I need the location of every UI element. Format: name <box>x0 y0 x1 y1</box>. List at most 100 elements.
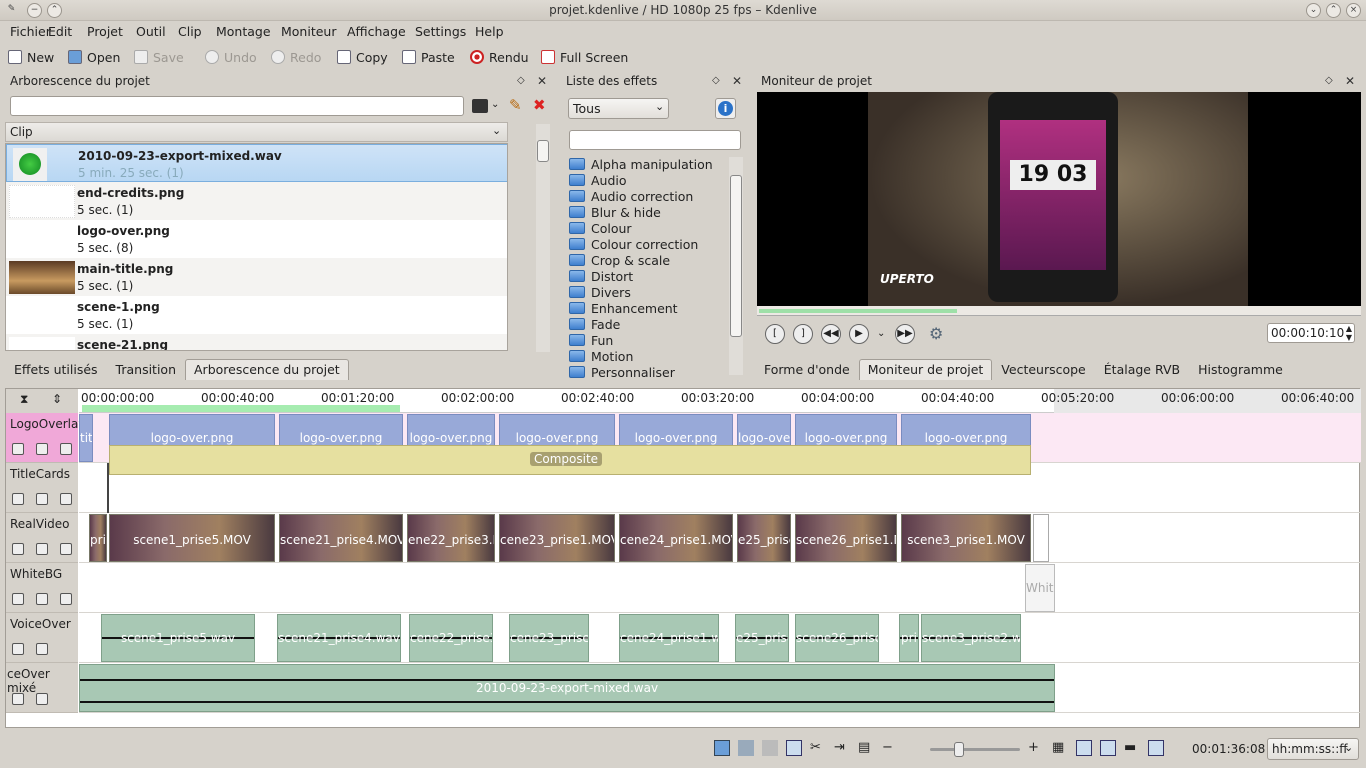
collapse-tracks-icon[interactable]: ⧗ <box>20 392 28 407</box>
timeline-clip[interactable]: edi <box>1033 514 1049 562</box>
lock-icon[interactable] <box>12 643 24 655</box>
copy-button[interactable]: Copy <box>337 47 388 67</box>
timeline-clip[interactable]: scene21_prise4.wav <box>277 614 401 662</box>
delete-clip-icon[interactable]: ✖ <box>533 96 546 114</box>
scroll-thumb[interactable] <box>730 175 742 337</box>
timeline-clip[interactable]: scene21_prise4.MOV <box>279 514 403 562</box>
panel-close-icon[interactable]: ✕ <box>537 74 547 88</box>
scroll-thumb[interactable] <box>537 140 549 162</box>
menu-projet[interactable]: Projet <box>87 24 123 39</box>
menu-help[interactable]: Help <box>475 24 504 39</box>
video-monitor[interactable]: 19 03 UPERTO <box>757 92 1361 306</box>
clip-item[interactable]: scene-1.png 5 sec. (1) <box>6 296 507 334</box>
effect-category[interactable]: Audio <box>569 172 627 188</box>
monitor-settings-icon[interactable]: ⚙ <box>929 324 955 344</box>
forward-icon[interactable]: ▶▶ <box>895 324 915 344</box>
video-thumbnails-icon[interactable] <box>714 740 730 756</box>
panel-float-icon[interactable]: ◇ <box>517 75 525 86</box>
undo-button[interactable]: Undo <box>205 47 257 67</box>
zoom-slider-handle[interactable] <box>954 742 964 757</box>
selection-tool-icon[interactable] <box>786 740 802 756</box>
menu-affichage[interactable]: Affichage <box>347 24 406 39</box>
effect-category[interactable]: Motion <box>569 348 633 364</box>
timeline-clip[interactable]: cene22_prise3.wav <box>409 614 493 662</box>
menu-edit[interactable]: Edit <box>48 24 72 39</box>
tab-effets-utilises[interactable]: Effets utilisés <box>5 359 107 380</box>
close-button[interactable]: × <box>1346 3 1361 18</box>
expand-tracks-icon[interactable]: ⇕ <box>52 392 62 406</box>
lock-icon[interactable] <box>12 493 24 505</box>
project-scrollbar[interactable] <box>536 124 550 352</box>
spacer-tool-icon[interactable]: ⇥ <box>834 740 850 756</box>
rewind-icon[interactable]: ◀◀ <box>821 324 841 344</box>
track-header-voiceover-mixed[interactable]: ceOver mixé <box>6 663 78 713</box>
menu-moniteur[interactable]: Moniteur <box>281 24 336 39</box>
clip-item[interactable]: end-credits.png 5 sec. (1) <box>6 182 507 220</box>
effect-category[interactable]: Colour <box>569 220 632 236</box>
film-icon[interactable] <box>60 543 72 555</box>
tab-arborescence[interactable]: Arborescence du projet <box>185 359 349 380</box>
timeline-clip[interactable]: cene23_prise1.MOV <box>499 514 615 562</box>
track-header-titlecards[interactable]: TitleCards <box>6 463 78 513</box>
film-icon[interactable] <box>60 443 72 455</box>
menu-settings[interactable]: Settings <box>415 24 466 39</box>
film-icon[interactable] <box>60 493 72 505</box>
timeline-clip[interactable]: cene23_prise1.w <box>509 614 589 662</box>
effect-category[interactable]: Personnaliser <box>569 364 675 379</box>
fullscreen-button[interactable]: Full Screen <box>541 47 628 67</box>
effect-filter-select[interactable]: Tous ⌄ <box>568 98 669 119</box>
track-header-logooverlay[interactable]: LogoOverlay <box>6 413 85 463</box>
effect-category[interactable]: Enhancement <box>569 300 678 316</box>
playhead[interactable] <box>107 463 109 513</box>
effect-category[interactable]: Blur & hide <box>569 204 661 220</box>
timeline-clip[interactable]: cene24_prise1.MOV <box>619 514 733 562</box>
split-audio-icon[interactable]: ▦ <box>1052 740 1068 756</box>
add-clip-icon[interactable] <box>472 99 488 113</box>
set-zone-start-icon[interactable]: [ <box>765 324 785 344</box>
mute-audio-icon[interactable] <box>36 643 48 655</box>
lock-icon[interactable] <box>12 443 24 455</box>
timeline-clip[interactable]: scene1_prise5.MOV <box>109 514 275 562</box>
timeline-clip[interactable]: cene24_prise1.wa <box>619 614 719 662</box>
razor-tool-icon[interactable]: ✂ <box>810 740 826 756</box>
spin-arrows-icon[interactable]: ▲ ▼ <box>1346 324 1352 342</box>
redo-button[interactable]: Redo <box>271 47 321 67</box>
play-icon[interactable]: ▶ <box>849 324 869 344</box>
tab-moniteur-projet[interactable]: Moniteur de projet <box>858 359 993 380</box>
timeline-clip[interactable]: e25_prise <box>735 614 789 662</box>
mute-video-icon[interactable] <box>36 493 48 505</box>
timeline-clip[interactable]: pri <box>89 514 107 562</box>
zoom-out-icon[interactable]: − <box>882 740 898 756</box>
panel-close-icon[interactable]: ✕ <box>1345 74 1355 88</box>
timeline-clip[interactable]: 2010-09-23-export-mixed.wav <box>79 664 1055 712</box>
track-header-realvideo[interactable]: RealVideo <box>6 513 78 563</box>
zoom-slider[interactable] <box>930 742 1020 757</box>
timeline-clip[interactable]: pri <box>899 614 919 662</box>
play-options-icon[interactable]: ⌄ <box>877 324 887 344</box>
menu-montage[interactable]: Montage <box>216 24 271 39</box>
timeline-clip[interactable]: scene3_prise1.MOV <box>901 514 1031 562</box>
effects-scrollbar[interactable] <box>729 157 743 375</box>
time-format-select[interactable]: hh:mm:ss::ff ⌄ <box>1267 738 1359 760</box>
maximize-button[interactable]: ⌃ <box>1326 3 1341 18</box>
timeline-clip[interactable]: scene3_prise2.wav <box>921 614 1021 662</box>
project-search-input[interactable] <box>10 96 464 116</box>
add-clip-dropdown-icon[interactable]: ⌄ <box>491 99 499 110</box>
effect-category[interactable]: Divers <box>569 284 631 300</box>
lock-icon[interactable] <box>12 693 24 705</box>
monitor-timecode-input[interactable]: 00:00:10:10 ▲ ▼ <box>1267 323 1355 343</box>
speaker-icon[interactable] <box>36 693 48 705</box>
fit-zoom-icon[interactable]: ▤ <box>858 740 874 756</box>
clip-item[interactable]: scene-21.png <box>6 334 507 350</box>
monitor-ruler[interactable] <box>757 306 1361 316</box>
menu-outil[interactable]: Outil <box>136 24 166 39</box>
track-header-whitebg[interactable]: WhiteBG <box>6 563 78 613</box>
clip-item[interactable]: 2010-09-23-export-mixed.wav 5 min. 25 se… <box>6 144 507 182</box>
tab-etalage-rvb[interactable]: Étalage RVB <box>1095 359 1189 380</box>
audio-thumbnails-icon[interactable] <box>738 740 754 756</box>
timeline-clip[interactable]: scene1_prise5.wav <box>101 614 255 662</box>
effect-category[interactable]: Fade <box>569 316 620 332</box>
timeline-clip[interactable]: ene22_prise3.M <box>407 514 495 562</box>
new-button[interactable]: New <box>8 47 54 67</box>
effect-category[interactable]: Crop & scale <box>569 252 670 268</box>
